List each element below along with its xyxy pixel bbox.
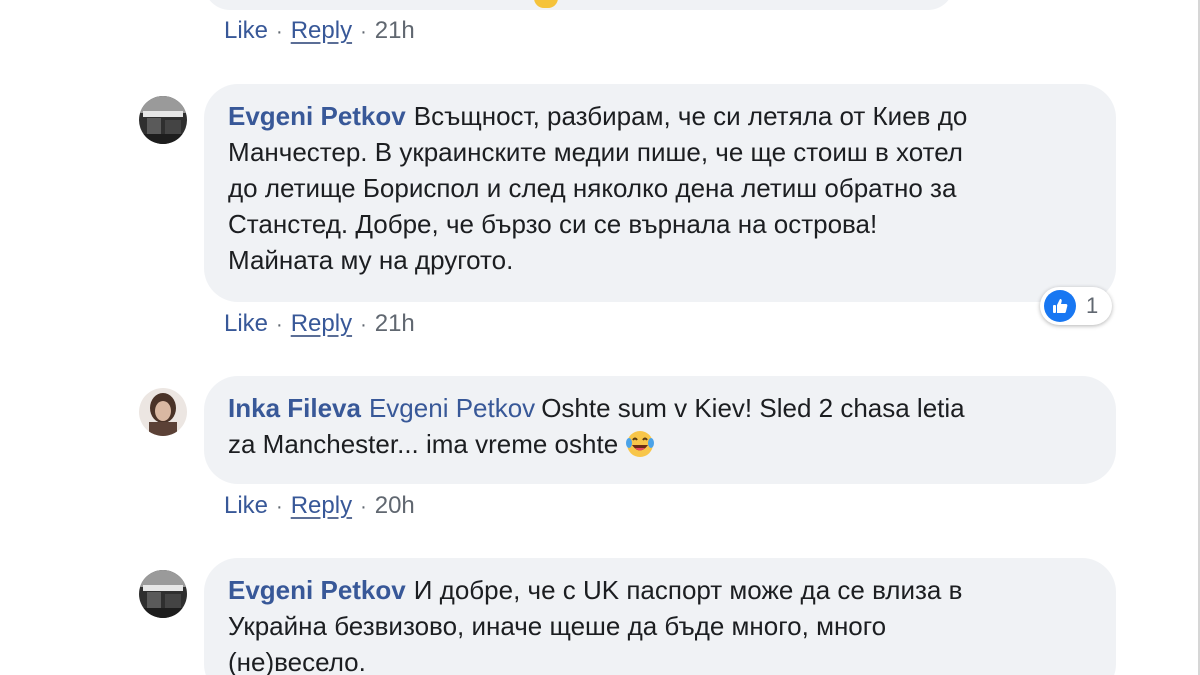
separator-dot: · xyxy=(360,314,367,336)
mention-link[interactable]: Evgeni Petkov xyxy=(369,393,535,423)
comment-text: Oshte sum v Kiev! Sled 2 chasa letia xyxy=(541,393,965,423)
comment-actions: Like · Reply · 20h xyxy=(224,491,415,522)
comment-bubble: Inka Fileva Evgeni Petkov Oshte sum v Kiev… xyxy=(204,376,1116,484)
reaction-count: 1 xyxy=(1086,293,1099,318)
comment-author[interactable]: Inka Fileva xyxy=(228,393,361,423)
comment-text: Всъщност, разбирам, че си летяла от Киев… xyxy=(413,101,968,131)
separator-dot: · xyxy=(276,496,283,518)
reaction-summary[interactable]: 1 xyxy=(1040,287,1113,325)
comment-author[interactable]: Evgeni Petkov xyxy=(228,575,406,605)
separator-dot: · xyxy=(276,314,283,336)
avatar[interactable] xyxy=(139,96,187,144)
like-icon xyxy=(1044,290,1076,322)
comment-text: Украйна безвизово, иначе щеше да бъде мн… xyxy=(228,611,887,641)
avatar[interactable] xyxy=(139,388,187,436)
avatar-image xyxy=(139,570,187,618)
comment-text: za Manchester... ima vreme oshte xyxy=(228,429,619,459)
comment-timestamp[interactable]: 21h xyxy=(375,17,415,44)
comment-text: Станстед. Добре, че бързо си се върнала … xyxy=(228,209,878,239)
reply-link[interactable]: Reply xyxy=(291,17,352,44)
comment-text: Манчестер. В украинските медии пише, че … xyxy=(228,137,963,167)
like-link[interactable]: Like xyxy=(224,492,268,519)
separator-dot: · xyxy=(360,496,367,518)
comment-timestamp[interactable]: 21h xyxy=(375,310,415,337)
comments-viewport: Like · Reply · 21h Evgeni Petkov Всъщност, ра… xyxy=(0,0,1200,675)
comment-text: до летище Бориспол и след няколко дена л… xyxy=(228,173,957,203)
like-link[interactable]: Like xyxy=(224,310,268,337)
comment-text: И добре, че с UK паспорт може да се влиз… xyxy=(413,575,963,605)
comment-text: Майната му на другото. xyxy=(228,245,514,275)
reply-link[interactable]: Reply xyxy=(291,310,352,337)
comment-bubble: Evgeni Petkov И добре, че с UK паспорт мо… xyxy=(204,558,1116,675)
emoji-icon xyxy=(534,0,558,8)
comment-actions: Like · Reply · 21h xyxy=(224,16,415,47)
avatar-image xyxy=(139,388,187,436)
avatar[interactable] xyxy=(139,570,187,618)
comment-author[interactable]: Evgeni Petkov xyxy=(228,101,406,131)
comment-actions: Like · Reply · 21h xyxy=(224,309,415,340)
separator-dot: · xyxy=(360,21,367,43)
face-with-tears-of-joy-icon xyxy=(625,429,655,468)
reply-link[interactable]: Reply xyxy=(291,492,352,519)
comment-bubble: Evgeni Petkov Всъщност, разбирам, че си л… xyxy=(204,84,1116,302)
separator-dot: · xyxy=(276,21,283,43)
avatar-image xyxy=(139,96,187,144)
comment-text: (не)весело. xyxy=(228,647,366,675)
previous-comment-bubble xyxy=(204,0,954,10)
comment-timestamp[interactable]: 20h xyxy=(375,492,415,519)
like-link[interactable]: Like xyxy=(224,17,268,44)
